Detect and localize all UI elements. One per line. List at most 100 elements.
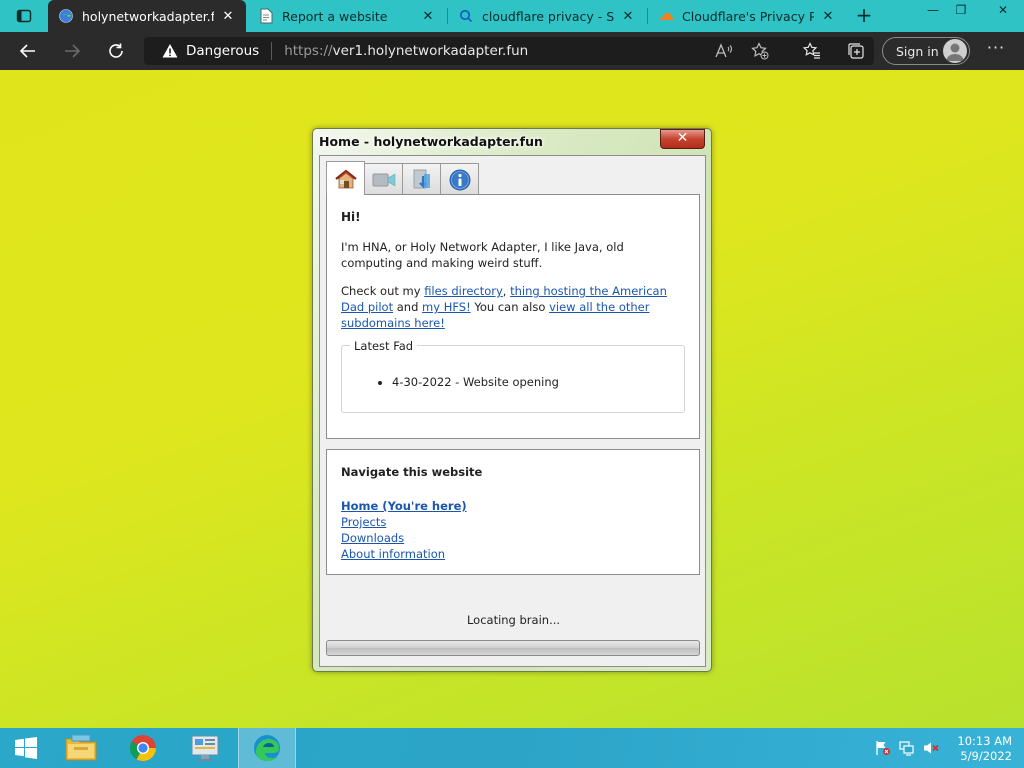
site-security-indicator[interactable]: Dangerous xyxy=(144,43,259,59)
search-icon xyxy=(458,8,474,24)
sign-in-label: Sign in xyxy=(896,43,939,59)
tab-close-icon[interactable]: ✕ xyxy=(820,9,836,24)
nav-link-downloads[interactable]: Downloads xyxy=(341,530,685,546)
security-label: Dangerous xyxy=(186,43,260,59)
new-tab-button[interactable]: + xyxy=(852,0,876,32)
taskbar-clock[interactable]: 10:13 AM 5/9/2022 xyxy=(948,734,1012,764)
browser-tab-bar: holynetworkadapter.fun ✕ Report a websit… xyxy=(0,0,1024,32)
tab-actions-icon xyxy=(16,9,32,23)
avatar xyxy=(943,39,967,63)
page-viewport: Home - holynetworkadapter.fun ✕ Hi! I'm … xyxy=(0,70,1024,728)
tab-close-icon[interactable]: ✕ xyxy=(420,9,436,24)
document-icon xyxy=(258,8,274,24)
read-aloud-icon xyxy=(715,43,733,58)
tray-flag-button[interactable] xyxy=(874,740,892,756)
user-icon xyxy=(946,43,964,61)
tab-home[interactable] xyxy=(326,161,365,195)
latest-fad-legend: Latest Fad xyxy=(350,339,418,353)
download-icon xyxy=(413,169,430,189)
tray-network-button[interactable] xyxy=(898,740,916,756)
address-separator xyxy=(271,42,273,60)
minimize-button[interactable]: — xyxy=(918,0,948,32)
app-window-close-button[interactable]: ✕ xyxy=(660,129,705,149)
action-center-flag-icon xyxy=(876,741,890,755)
tab-about[interactable] xyxy=(440,163,479,195)
app-window: Home - holynetworkadapter.fun ✕ Hi! I'm … xyxy=(312,128,712,672)
control-panel-icon xyxy=(191,735,219,761)
video-icon xyxy=(372,172,395,187)
nav-link-home[interactable]: Home (You're here) xyxy=(341,498,685,514)
tab-title: holynetworkadapter.fun xyxy=(82,8,214,24)
restore-button[interactable]: ❐ xyxy=(946,0,976,32)
tab-projects[interactable] xyxy=(364,163,403,195)
tab-cloudflare-privacy[interactable]: Cloudflare's Privacy Polic ✕ xyxy=(648,0,846,32)
progress-bar xyxy=(326,640,700,656)
file-explorer-icon xyxy=(65,734,97,761)
tab-downloads[interactable] xyxy=(402,163,441,195)
info-icon xyxy=(449,169,470,190)
list-item: 4-30-2022 - Website opening xyxy=(392,375,559,389)
arrow-left-icon xyxy=(19,44,35,58)
window-tabs xyxy=(326,161,479,195)
tab-holynetworkadapter[interactable]: holynetworkadapter.fun ✕ xyxy=(48,0,246,32)
arrow-right-icon xyxy=(65,44,81,58)
tab-actions-button[interactable] xyxy=(0,0,48,32)
tab-close-icon[interactable]: ✕ xyxy=(220,9,236,24)
tab-title: Report a website xyxy=(282,8,388,24)
window-close-button[interactable]: ✕ xyxy=(988,0,1018,32)
edge-icon xyxy=(254,735,280,761)
start-button[interactable] xyxy=(0,728,52,768)
check-prefix: Check out my xyxy=(341,284,425,298)
windows-logo-icon xyxy=(15,737,37,759)
taskbar-chrome[interactable] xyxy=(114,728,172,768)
settings-more-button[interactable]: ··· xyxy=(984,40,1008,61)
nav-link-about[interactable]: About information xyxy=(341,546,685,562)
globe-icon xyxy=(58,8,74,24)
favorites-button[interactable] xyxy=(802,41,822,61)
tray-volume-button[interactable] xyxy=(922,740,940,756)
intro-text: I'm HNA, or Holy Network Adapter, I like… xyxy=(341,240,624,270)
hfs-link[interactable]: my HFS! xyxy=(422,300,471,314)
taskbar: 10:13 AM 5/9/2022 xyxy=(0,728,1024,768)
read-aloud-button[interactable] xyxy=(714,41,734,61)
refresh-icon xyxy=(109,43,123,58)
latest-fad-group: Latest Fad 4-30-2022 - Website opening xyxy=(341,339,685,413)
taskbar-edge[interactable] xyxy=(238,728,296,768)
house-icon xyxy=(334,169,357,188)
nav-link-projects[interactable]: Projects xyxy=(341,514,685,530)
add-favorite-button[interactable] xyxy=(750,41,770,61)
navigate-heading: Navigate this website xyxy=(341,465,483,479)
latest-fad-list: 4-30-2022 - Website opening xyxy=(392,375,559,389)
tab-title: Cloudflare's Privacy Polic xyxy=(682,8,814,24)
window-body: Hi! I'm HNA, or Holy Network Adapter, I … xyxy=(319,155,706,667)
url-host: ver1.holynetworkadapter.fun xyxy=(332,43,529,59)
sign-in-button[interactable]: Sign in xyxy=(882,37,970,65)
clock-time: 10:13 AM xyxy=(957,734,1012,748)
browser-toolbar: Dangerous https://ver1.holynetworkadapte… xyxy=(0,32,1024,70)
address-bar[interactable]: Dangerous https://ver1.holynetworkadapte… xyxy=(144,37,874,65)
greeting-heading: Hi! xyxy=(341,210,361,224)
tab-report-website[interactable]: Report a website ✕ xyxy=(248,0,446,32)
star-add-icon xyxy=(751,42,769,60)
tab-close-icon[interactable]: ✕ xyxy=(620,9,636,24)
back-button[interactable] xyxy=(14,37,42,65)
tab-title: cloudflare privacy - Searc xyxy=(482,8,614,24)
favorites-icon xyxy=(803,42,820,59)
window-title: Home - holynetworkadapter.fun xyxy=(319,134,543,149)
files-directory-link[interactable]: files directory xyxy=(424,284,503,298)
links-paragraph: Check out my files directory, thing host… xyxy=(341,283,685,331)
warning-icon xyxy=(162,44,178,58)
volume-muted-icon xyxy=(924,742,939,754)
also-text: You can also xyxy=(470,300,550,314)
collections-button[interactable] xyxy=(846,41,866,61)
forward-button[interactable] xyxy=(58,37,86,65)
taskbar-file-explorer[interactable] xyxy=(52,728,110,768)
and-text: and xyxy=(393,300,423,314)
comma-text: , xyxy=(502,284,511,298)
taskbar-control-panel[interactable] xyxy=(176,728,234,768)
tab-cloudflare-search[interactable]: cloudflare privacy - Searc ✕ xyxy=(448,0,646,32)
cloudflare-icon xyxy=(658,8,674,24)
url-text[interactable]: https://ver1.holynetworkadapter.fun xyxy=(284,43,528,59)
refresh-button[interactable] xyxy=(102,37,130,65)
chrome-icon xyxy=(129,734,157,762)
